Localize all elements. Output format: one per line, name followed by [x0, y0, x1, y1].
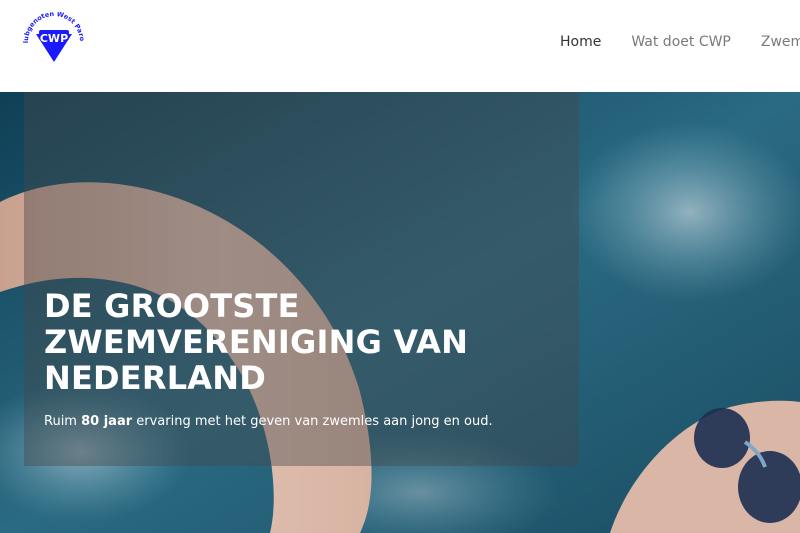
nav-item-wat-doet-cwp[interactable]: Wat doet CWP — [631, 34, 731, 50]
main-nav: Home Wat doet CWP Zwemba — [545, 0, 800, 84]
logo[interactable]: Clubgenoten West Parool CWP — [20, 6, 86, 66]
logo-monogram: CWP — [40, 32, 68, 45]
hero-subtitle: Ruim 80 jaar ervaring met het geven van … — [44, 414, 564, 429]
nav-item-home[interactable]: Home — [560, 34, 601, 50]
hero-subtitle-bold: 80 jaar — [81, 414, 133, 429]
hero-text-panel: DE GROOTSTE ZWEMVERENIGING VAN NEDERLAND… — [24, 92, 579, 466]
hero-title: DE GROOTSTE ZWEMVERENIGING VAN NEDERLAND — [44, 287, 469, 397]
hero-subtitle-prefix: Ruim — [44, 414, 82, 429]
nav-item-zwembad[interactable]: Zwemba — [761, 34, 800, 50]
logo-icon: Clubgenoten West Parool CWP — [20, 6, 86, 62]
hero-banner: DE GROOTSTE ZWEMVERENIGING VAN NEDERLAND… — [0, 92, 800, 533]
hero-subtitle-suffix: ervaring met het geven van zwemles aan j… — [132, 414, 493, 429]
site-header: Clubgenoten West Parool CWP Home Wat doe… — [0, 0, 800, 92]
